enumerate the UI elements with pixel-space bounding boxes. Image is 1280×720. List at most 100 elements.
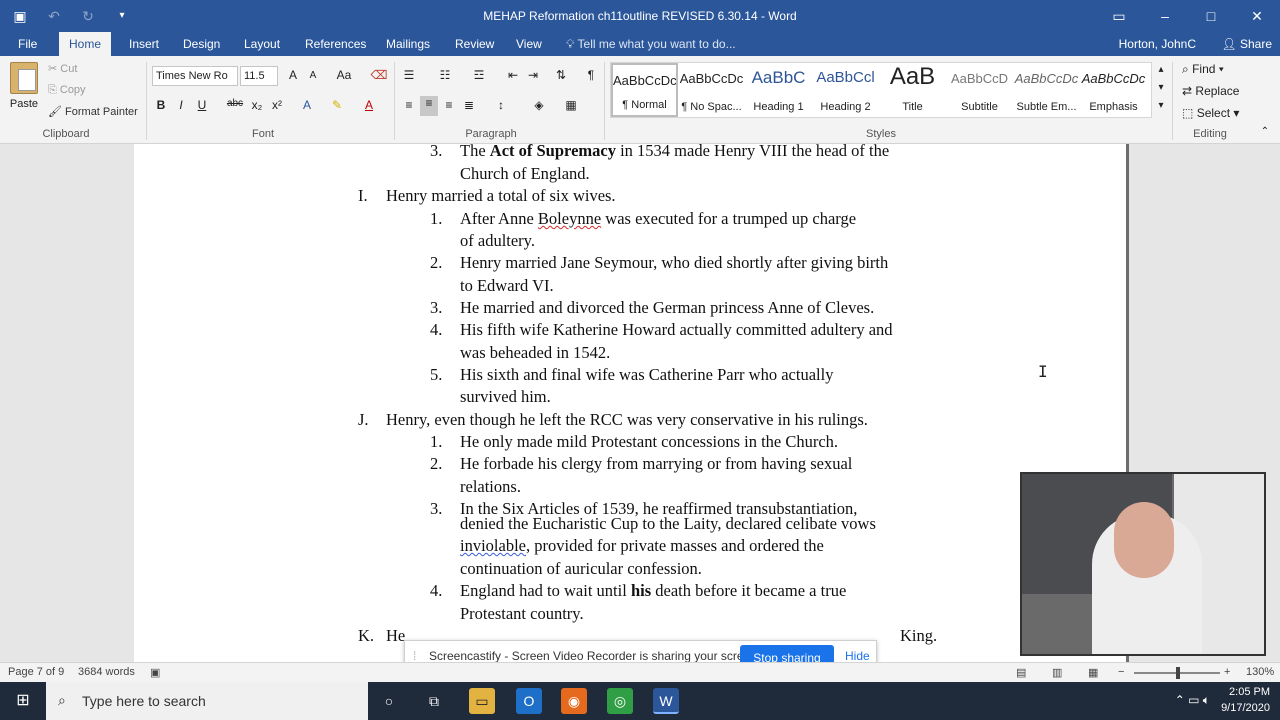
change-case-button[interactable]: Aa	[332, 68, 356, 82]
justify-icon[interactable]: ≣	[460, 98, 478, 112]
page-count[interactable]: Page 7 of 9	[8, 666, 64, 678]
increase-indent-icon[interactable]: ⇥	[524, 68, 542, 82]
styles-more-icon[interactable]: ▾	[1152, 100, 1170, 111]
tab-layout[interactable]: Layout	[234, 32, 290, 56]
cortana-icon[interactable]: ○	[376, 688, 402, 714]
sort-icon[interactable]: ⇅	[552, 68, 570, 82]
tab-mailings[interactable]: Mailings	[376, 32, 440, 56]
subscript-button[interactable]: x₂	[248, 98, 266, 112]
align-left-icon[interactable]: ≡	[400, 98, 418, 112]
ribbon-display-icon[interactable]: ▭	[1096, 0, 1142, 32]
task-view-icon[interactable]: ⧉	[421, 688, 447, 714]
replace-button[interactable]: ⇄ Replace	[1182, 84, 1239, 98]
person-icon: 👤︎	[1221, 37, 1237, 51]
tell-me-box[interactable]: 💡︎ Tell me what you want to do...	[566, 32, 736, 56]
tab-design[interactable]: Design	[173, 32, 230, 56]
strikethrough-button[interactable]: abc	[224, 98, 246, 109]
zoom-out-icon[interactable]: −	[1118, 666, 1124, 678]
collapse-ribbon-icon[interactable]: ⌃	[1256, 126, 1274, 137]
font-family-select[interactable]: Times New Ro	[152, 66, 238, 86]
web-layout-icon[interactable]: ▦	[1088, 666, 1098, 679]
share-button[interactable]: 👤︎ Share	[1221, 32, 1272, 56]
zoom-level[interactable]: 130%	[1246, 666, 1274, 678]
italic-button[interactable]: I	[172, 98, 190, 112]
close-button[interactable]: ✕	[1234, 0, 1280, 32]
styles-scroll-up-icon[interactable]: ▴	[1152, 64, 1170, 75]
tab-insert[interactable]: Insert	[119, 32, 169, 56]
style-heading-2[interactable]: AaBbCcl Heading 2	[812, 63, 879, 117]
minimize-button[interactable]: –	[1142, 0, 1188, 32]
style-emphasis[interactable]: AaBbCcDc Emphasis	[1080, 63, 1147, 117]
file-explorer-icon[interactable]: ▭	[469, 688, 495, 714]
taskbar-search[interactable]: ⌕ Type here to search	[46, 682, 368, 720]
align-right-icon[interactable]: ≡	[440, 98, 458, 112]
lightbulb-icon: 💡︎	[566, 37, 575, 51]
style-no-spacing[interactable]: AaBbCcDc ¶ No Spac...	[678, 63, 745, 117]
superscript-button[interactable]: x²	[268, 98, 286, 112]
hide-link[interactable]: Hide	[845, 649, 870, 663]
continuation-line: Protestant country.	[460, 604, 584, 623]
ribbon-tabs: File Home Insert Design Layout Reference…	[0, 32, 1280, 56]
format-painter-button[interactable]: 🖌︎ Format Painter	[48, 105, 138, 118]
word-count[interactable]: 3684 words	[78, 666, 135, 678]
maximize-button[interactable]: □	[1188, 0, 1234, 32]
select-button[interactable]: ⬚ Select ▾	[1182, 106, 1239, 120]
separator	[604, 62, 605, 140]
firefox-icon[interactable]: ◉	[561, 688, 587, 714]
style-normal[interactable]: AaBbCcDc ¶ Normal	[611, 63, 678, 117]
word-icon[interactable]: W	[653, 688, 679, 714]
user-name[interactable]: Horton, JohnC	[1119, 32, 1196, 56]
zoom-in-icon[interactable]: +	[1224, 666, 1230, 678]
style-preview: AaBbCcD	[950, 71, 1009, 86]
chrome-icon[interactable]: ◎	[607, 688, 633, 714]
grow-font-button[interactable]: A	[284, 68, 302, 82]
proofing-icon[interactable]: ▣	[150, 666, 160, 679]
document-page[interactable]: 3. The Act of Supremacy in 1534 made Henr…	[134, 144, 1126, 662]
borders-icon[interactable]: ▦	[562, 98, 580, 112]
style-subtle-emphasis[interactable]: AaBbCcDc Subtle Em...	[1013, 63, 1080, 117]
zoom-slider-thumb[interactable]	[1176, 667, 1180, 679]
styles-scroll-down-icon[interactable]: ▾	[1152, 82, 1170, 93]
find-button[interactable]: ⌕ Find ▾	[1182, 62, 1224, 77]
style-title[interactable]: AaB Title	[879, 63, 946, 117]
list-item-text: His fifth wife Katherine Howard actually…	[460, 320, 893, 339]
show-marks-icon[interactable]: ¶	[582, 68, 600, 82]
list-item-text: He married and divorced the German princ…	[460, 298, 875, 317]
print-layout-icon[interactable]: ▥	[1052, 666, 1062, 679]
numbering-icon[interactable]: ☷	[436, 68, 454, 82]
continuation-line: survived him.	[460, 387, 551, 406]
font-color-icon[interactable]: A	[360, 98, 378, 112]
highlight-icon[interactable]: ✎	[328, 98, 346, 112]
underline-button[interactable]: U	[193, 98, 211, 112]
font-size-select[interactable]: 11.5	[240, 66, 278, 86]
outlook-icon[interactable]: O	[516, 688, 542, 714]
text-run: Boleynne	[537, 209, 602, 228]
decrease-indent-icon[interactable]: ⇤	[504, 68, 522, 82]
windows-start-icon[interactable]: ⊞	[0, 682, 46, 720]
shrink-font-button[interactable]: A	[304, 70, 322, 81]
tab-view[interactable]: View	[506, 32, 552, 56]
tab-home[interactable]: Home	[59, 32, 112, 56]
system-tray-icons[interactable]: ⌃ ▭ 🔈︎	[1175, 693, 1210, 708]
line-spacing-icon[interactable]: ↕	[492, 98, 510, 112]
read-mode-icon[interactable]: ▤	[1016, 666, 1026, 679]
continuation-line: relations.	[460, 477, 521, 496]
align-center-icon[interactable]: ≡	[420, 96, 438, 116]
style-heading-1[interactable]: AaBbC Heading 1	[745, 63, 812, 117]
bold-button[interactable]: B	[152, 98, 170, 112]
copy-button[interactable]: ⎘ Copy	[48, 84, 86, 97]
cut-button[interactable]: ✂︎ Cut	[48, 62, 77, 75]
tab-review[interactable]: Review	[445, 32, 504, 56]
paste-button[interactable]: Paste	[8, 62, 40, 110]
bullets-icon[interactable]: ☰	[400, 68, 418, 82]
clear-formatting-icon[interactable]: ⌫	[370, 68, 388, 82]
tab-references[interactable]: References	[295, 32, 376, 56]
continuation-line: inviolable, provided for private masses …	[460, 536, 824, 556]
shading-icon[interactable]: ◈	[530, 98, 548, 112]
style-subtitle[interactable]: AaBbCcD Subtitle	[946, 63, 1013, 117]
tab-file[interactable]: File	[8, 32, 47, 56]
list-number: 5.	[430, 365, 443, 384]
multilevel-list-icon[interactable]: ☲	[470, 68, 488, 82]
drag-handle-icon[interactable]: ⁞	[413, 649, 416, 663]
text-effects-icon[interactable]: A	[298, 98, 316, 112]
